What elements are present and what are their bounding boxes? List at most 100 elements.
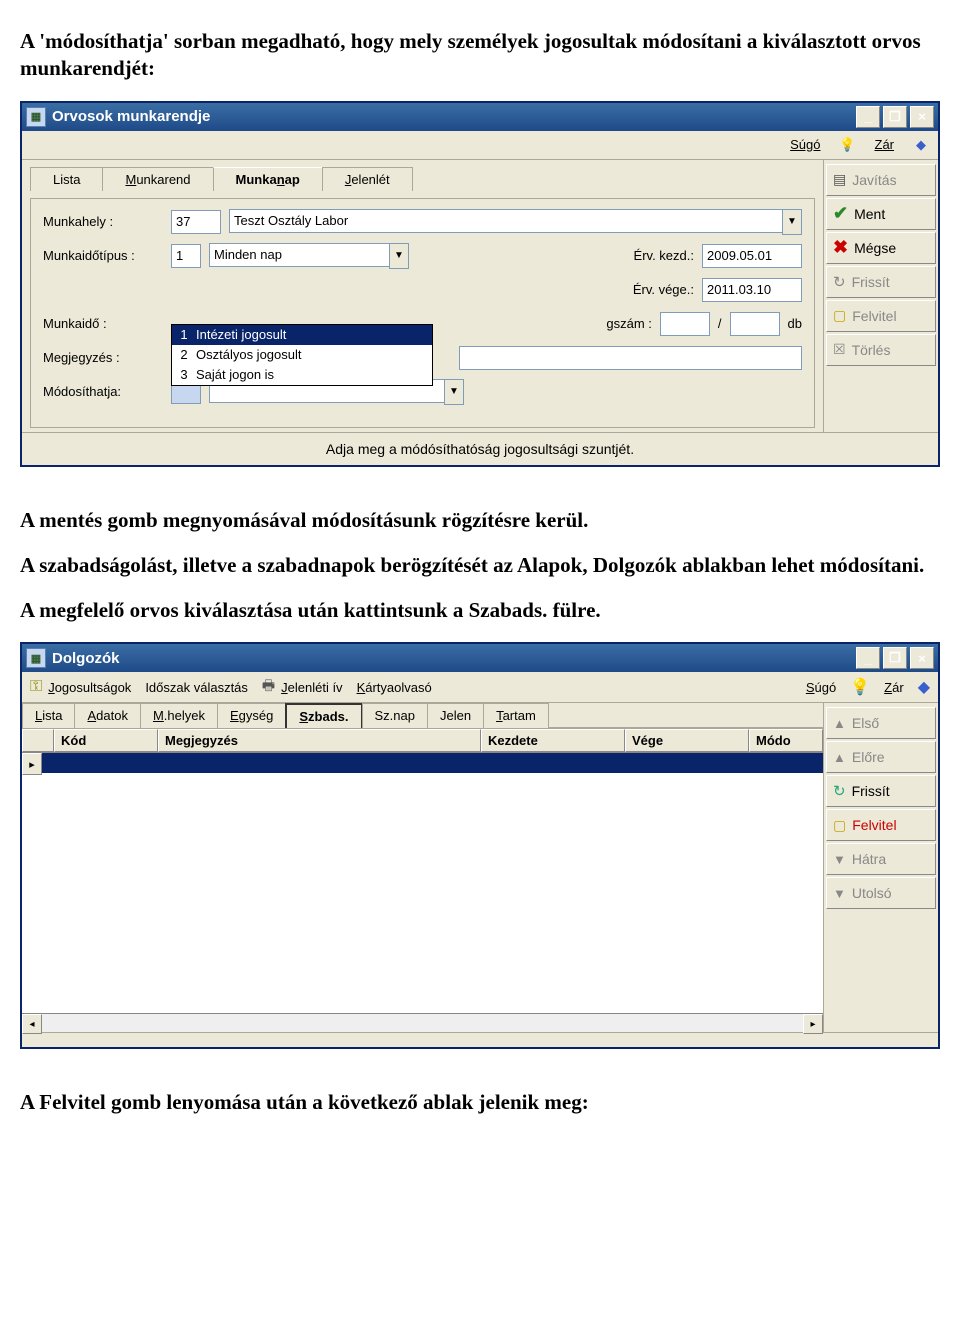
paragraph-3: A szabadságolást, illetve a szabadnapok … [20,552,940,579]
felvitel-button[interactable]: ▢Felvitel [826,300,936,332]
tab-adatok[interactable]: Adatok [74,703,140,728]
munkaidotipus-combo[interactable]: Minden nap ▼ [209,243,409,269]
x-icon: ✖ [833,237,848,258]
dropdown-option-3[interactable]: 3Saját jogon is [172,365,432,385]
triangle-up-icon: ▲ [833,716,846,731]
elore-button[interactable]: ▲Előre [826,741,936,773]
label-munkahely: Munkahely : [43,214,163,229]
frissit-button[interactable]: ↻Frissít [826,266,936,298]
tab-jelen[interactable]: Jelen [427,703,484,728]
restore-button[interactable]: ❐ [883,106,907,128]
scroll-right-button[interactable]: ▸ [803,1014,823,1034]
utolso-button[interactable]: ▼Utolsó [826,877,936,909]
triangle-down-icon: ▼ [833,852,846,867]
elso-button[interactable]: ▲Első [826,707,936,739]
ervkezd-field[interactable]: 2009.05.01 [702,244,802,268]
gszam2-field[interactable] [730,312,780,336]
col-megjegyzes[interactable]: Megjegyzés [158,729,481,752]
horizontal-scrollbar[interactable]: ◂ ▸ [22,1013,823,1032]
gszam1-field[interactable] [660,312,710,336]
menu-sugo[interactable]: Súgó [806,680,836,695]
tab-szbads[interactable]: Szbads. [285,703,362,728]
window-orvosok-munkarendje: ▦ Orvosok munkarendje _ ❐ × Súgó 💡 Zár ◆… [20,101,940,467]
side-toolbar: ▤Javítás ✔Ment ✖Mégse ↻Frissít ▢Felvitel… [823,160,938,432]
col-vege[interactable]: Vége [625,729,749,752]
kartyaolvaso-button[interactable]: Kártyaolvasó [357,680,432,695]
titlebar: ▦ Orvosok munkarendje _ ❐ × [22,103,938,131]
minimize-button[interactable]: _ [856,106,880,128]
tab-lista[interactable]: Lista [30,167,103,191]
minimize-button[interactable]: _ [856,647,880,669]
jogosultsagok-button[interactable]: ⚿Jogosultságok [30,678,131,696]
javitas-button[interactable]: ▤Javítás [826,164,936,196]
chevron-down-icon[interactable]: ▼ [444,379,464,405]
tabstrip: Lista Adatok M.helyek Egység Szbads. Sz.… [22,703,823,729]
menu-zar[interactable]: Zár [884,680,904,695]
chevron-down-icon[interactable]: ▼ [389,243,409,269]
megjegyzes-field[interactable] [459,346,802,370]
selected-row[interactable] [42,753,823,773]
close-button[interactable]: × [910,647,934,669]
ment-button[interactable]: ✔Ment [826,198,936,230]
col-kod[interactable]: Kód [54,729,158,752]
label-megjegyzes: Megjegyzés : [43,350,163,365]
eraser-icon[interactable]: ◆ [918,677,930,697]
label-modosithatja: Módosíthatja: [43,384,163,399]
megse-button[interactable]: ✖Mégse [826,232,936,264]
tab-munkanap[interactable]: Munkanap [213,167,323,191]
bulb-icon[interactable]: 💡 [850,677,870,697]
app-icon: ▦ [26,648,46,668]
frissit-button[interactable]: ↻Frissít [826,775,936,807]
window-dolgozok: ▦ Dolgozók _ ❐ × ⚿Jogosultságok Időszak … [20,642,940,1049]
bulb-icon[interactable]: 💡 [839,136,857,154]
col-kezdete[interactable]: Kezdete [481,729,625,752]
felvitel-button[interactable]: ▢Felvitel [826,809,936,841]
triangle-up-icon: ▲ [833,750,846,765]
munkahely-kod-field[interactable]: 37 [171,210,221,234]
menubar: Súgó 💡 Zár ◆ [22,131,938,160]
eraser-icon[interactable]: ◆ [912,136,930,154]
label-db: db [788,316,802,331]
close-button[interactable]: × [910,106,934,128]
dropdown-option-1[interactable]: 1Intézeti jogosult [172,325,432,345]
menu-zar[interactable]: Zár [875,137,895,152]
paragraph-4: A megfelelő orvos kiválasztása után katt… [20,597,940,624]
munkahely-nev-field[interactable]: Teszt Osztály Labor [229,209,782,233]
jelenleti-button[interactable]: 🖶Jelenléti ív [262,675,343,699]
munkaidotipus-nev-field[interactable]: Minden nap [209,243,389,267]
torles-button[interactable]: ☒Törlés [826,334,936,366]
row-marker[interactable]: ▸ [22,753,42,775]
scroll-left-button[interactable]: ◂ [22,1014,42,1034]
tab-tartam[interactable]: Tartam [483,703,549,728]
refresh-icon: ↻ [833,782,846,800]
status-strip [22,1032,938,1047]
toolbar: ⚿Jogosultságok Időszak választás 🖶Jelenl… [22,672,938,703]
ervvege-field[interactable]: 2011.03.10 [702,278,802,302]
grid-body[interactable]: ▸ [22,753,823,1013]
paragraph-1: A 'módosíthatja' sorban megadható, hogy … [20,28,940,83]
tab-munkarend[interactable]: Munkarend [102,167,213,191]
munkahely-combo[interactable]: Teszt Osztály Labor ▼ [229,209,802,235]
tab-sznap[interactable]: Sz.nap [362,703,428,728]
tab-egyseg[interactable]: Egység [217,703,286,728]
chevron-down-icon[interactable]: ▼ [782,209,802,235]
window-title: Dolgozók [52,650,120,667]
tab-jelenlet[interactable]: Jelenlét [322,167,413,191]
tab-mhelyek[interactable]: M.helyek [140,703,218,728]
refresh-icon: ↻ [833,273,846,291]
tab-lista[interactable]: Lista [22,703,75,728]
menu-sugo[interactable]: Súgó [790,137,820,152]
restore-button[interactable]: ❐ [883,647,907,669]
key-icon: ⚿ [30,678,42,696]
munkaidotipus-kod-field[interactable]: 1 [171,244,201,268]
dropdown-option-2[interactable]: 2Osztályos jogosult [172,345,432,365]
hatra-button[interactable]: ▼Hátra [826,843,936,875]
app-icon: ▦ [26,107,46,127]
col-mod[interactable]: Módo [749,729,823,752]
idoszak-button[interactable]: Időszak választás [145,680,248,695]
status-bar: Adja meg a módósíthatóság jogosultsági s… [22,432,938,465]
new-icon: ▢ [833,307,846,324]
grid-header: Kód Megjegyzés Kezdete Vége Módo [22,729,823,753]
label-munkaidotipus: Munkaidőtípus : [43,248,163,263]
modosithatja-dropdown-list[interactable]: 1Intézeti jogosult 2Osztályos jogosult 3… [171,324,433,386]
